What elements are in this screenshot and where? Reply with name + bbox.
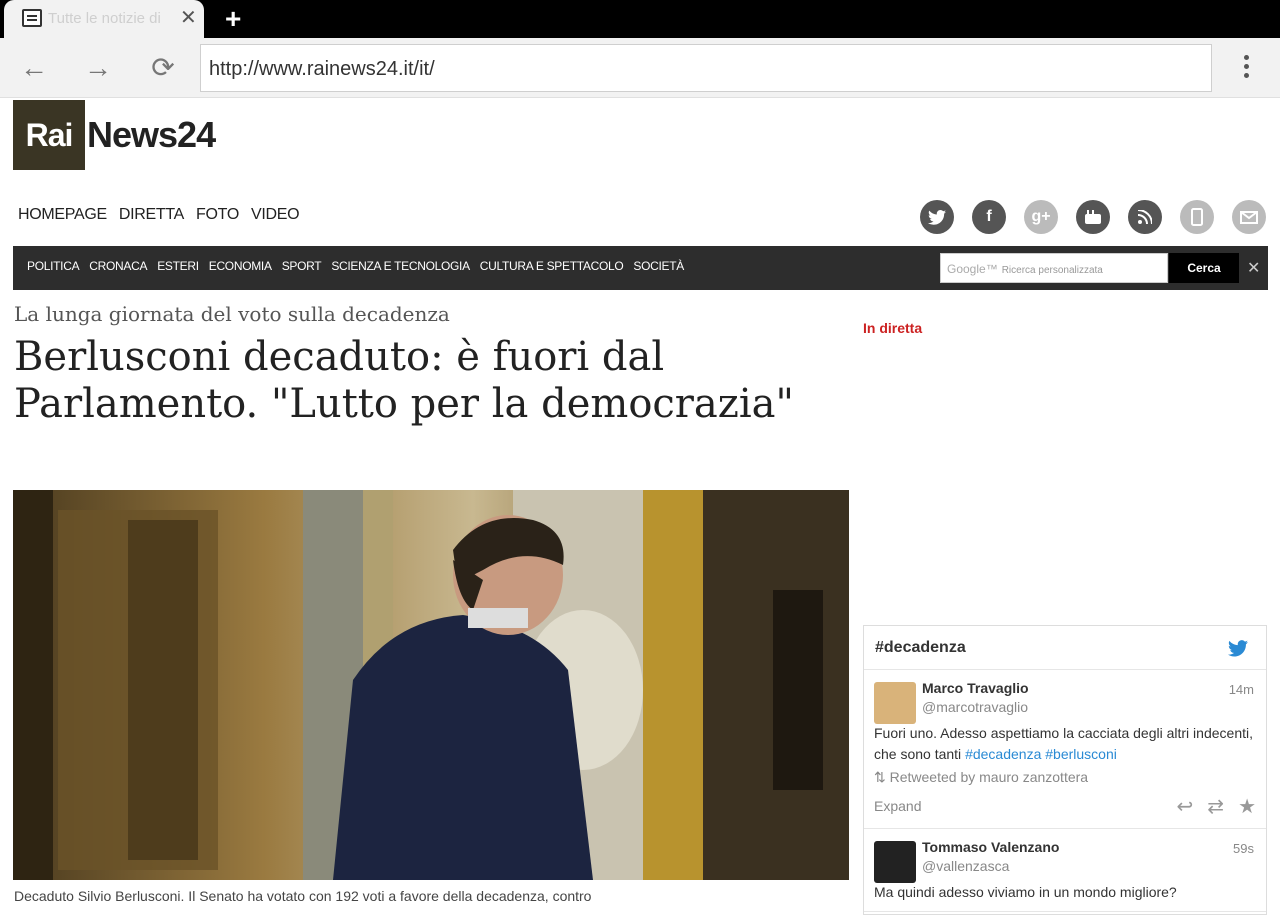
category-bar: POLITICA CRONACA ESTERI ECONOMIA SPORT S… bbox=[13, 246, 1268, 290]
cat-esteri[interactable]: ESTERI bbox=[157, 259, 199, 273]
twitter-header: #decadenza bbox=[864, 626, 1266, 670]
nav-foto[interactable]: FOTO bbox=[196, 206, 239, 224]
tweet-author-name[interactable]: Marco Travaglio bbox=[922, 680, 1256, 696]
retweet-text[interactable]: Retweeted by mauro zanzottera bbox=[890, 769, 1088, 785]
cat-scienza[interactable]: SCIENZA E TECNOLOGIA bbox=[331, 259, 470, 273]
search-button[interactable]: Cerca bbox=[1169, 253, 1239, 283]
tweet-text: Fuori uno. Adesso aspettiamo la cacciata… bbox=[874, 723, 1256, 765]
live-label[interactable]: In diretta bbox=[863, 320, 922, 336]
url-text[interactable]: http://www.rainews24.it/it/ bbox=[209, 58, 435, 81]
mobile-icon[interactable] bbox=[1180, 200, 1214, 234]
mail-icon[interactable] bbox=[1232, 200, 1266, 234]
nav-video[interactable]: VIDEO bbox=[251, 206, 300, 224]
tweet-author-handle[interactable]: @vallenzasca bbox=[922, 858, 1256, 874]
menu-icon[interactable] bbox=[1236, 52, 1256, 84]
social-icons: f g+ bbox=[920, 200, 1266, 234]
twitter-hashtag[interactable]: #decadenza bbox=[875, 639, 966, 657]
google-plus-icon[interactable]: g+ bbox=[1024, 200, 1058, 234]
search-placeholder: Ricerca personalizzata bbox=[1001, 265, 1103, 276]
twitter-widget: #decadenza Marco Travaglio @marcotravagl… bbox=[863, 625, 1267, 915]
favicon-icon bbox=[22, 9, 42, 27]
logo-news24: News24 bbox=[87, 114, 216, 155]
tweet-time[interactable]: 14m bbox=[1229, 682, 1254, 697]
twitter-icon[interactable] bbox=[920, 200, 954, 234]
tweet-actions: Expand ↩ ⇄ ★ bbox=[874, 792, 1256, 820]
url-bar[interactable]: http://www.rainews24.it/it/ bbox=[200, 44, 1212, 92]
cat-sport[interactable]: SPORT bbox=[282, 259, 322, 273]
retweet-info: ⇅ Retweeted by mauro zanzottera bbox=[874, 769, 1256, 786]
cat-societa[interactable]: SOCIETÀ bbox=[633, 259, 684, 273]
top-nav: HOMEPAGE DIRETTA FOTO VIDEO bbox=[18, 206, 300, 224]
avatar[interactable] bbox=[874, 841, 916, 883]
site-logo[interactable]: Rai News24 bbox=[13, 100, 216, 170]
browser-toolbar: ← → ⟳ http://www.rainews24.it/it/ bbox=[0, 38, 1280, 98]
tweet-time[interactable]: 59s bbox=[1233, 841, 1254, 856]
search-brand: Google™ bbox=[947, 262, 998, 276]
tweet: Marco Travaglio @marcotravaglio 14m Fuor… bbox=[864, 670, 1266, 829]
retweet-action-icon[interactable]: ⇄ bbox=[1207, 794, 1224, 819]
forward-button[interactable]: → bbox=[80, 50, 116, 86]
article-headline[interactable]: Berlusconi decaduto: è fuori dal Parlame… bbox=[14, 334, 834, 428]
facebook-icon[interactable]: f bbox=[972, 200, 1006, 234]
search-clear-icon[interactable]: ✕ bbox=[1247, 258, 1260, 278]
tab-bar: Tutte le notizie di ✕ + bbox=[0, 0, 1280, 38]
youtube-icon[interactable] bbox=[1076, 200, 1110, 234]
tweet-hashtags[interactable]: #decadenza #berlusconi bbox=[965, 746, 1117, 762]
nav-diretta[interactable]: DIRETTA bbox=[119, 206, 184, 224]
avatar[interactable] bbox=[874, 682, 916, 724]
cat-politica[interactable]: POLITICA bbox=[27, 259, 80, 273]
tweet-author-handle[interactable]: @marcotravaglio bbox=[922, 699, 1256, 715]
reload-button[interactable]: ⟳ bbox=[145, 50, 181, 86]
category-list: POLITICA CRONACA ESTERI ECONOMIA SPORT S… bbox=[27, 259, 684, 273]
browser-tab[interactable]: Tutte le notizie di ✕ bbox=[4, 0, 204, 38]
cat-economia[interactable]: ECONOMIA bbox=[209, 259, 272, 273]
cat-cronaca[interactable]: CRONACA bbox=[89, 259, 147, 273]
photo-caption: Decaduto Silvio Berlusconi. Il Senato ha… bbox=[14, 888, 592, 904]
rss-icon[interactable] bbox=[1128, 200, 1162, 234]
tab-close-icon[interactable]: ✕ bbox=[180, 7, 197, 29]
article-photo[interactable] bbox=[13, 490, 849, 880]
expand-link[interactable]: Expand bbox=[874, 798, 921, 814]
tweet-author-name[interactable]: Tommaso Valenzano bbox=[922, 839, 1256, 855]
back-button[interactable]: ← bbox=[16, 50, 52, 86]
reply-icon[interactable]: ↩ bbox=[1177, 794, 1194, 819]
tab-title: Tutte le notizie di bbox=[48, 10, 161, 27]
retweet-icon: ⇅ bbox=[874, 769, 886, 785]
favorite-icon[interactable]: ★ bbox=[1238, 794, 1256, 819]
article-kicker: La lunga giornata del voto sulla decaden… bbox=[14, 302, 450, 326]
search-input[interactable]: Google™ Ricerca personalizzata bbox=[940, 253, 1168, 283]
cat-cultura[interactable]: CULTURA E SPETTACOLO bbox=[480, 259, 624, 273]
nav-homepage[interactable]: HOMEPAGE bbox=[18, 206, 107, 224]
twitter-bird-icon[interactable] bbox=[1228, 640, 1248, 662]
logo-rai: Rai bbox=[13, 100, 85, 170]
new-tab-button[interactable]: + bbox=[225, 4, 241, 34]
